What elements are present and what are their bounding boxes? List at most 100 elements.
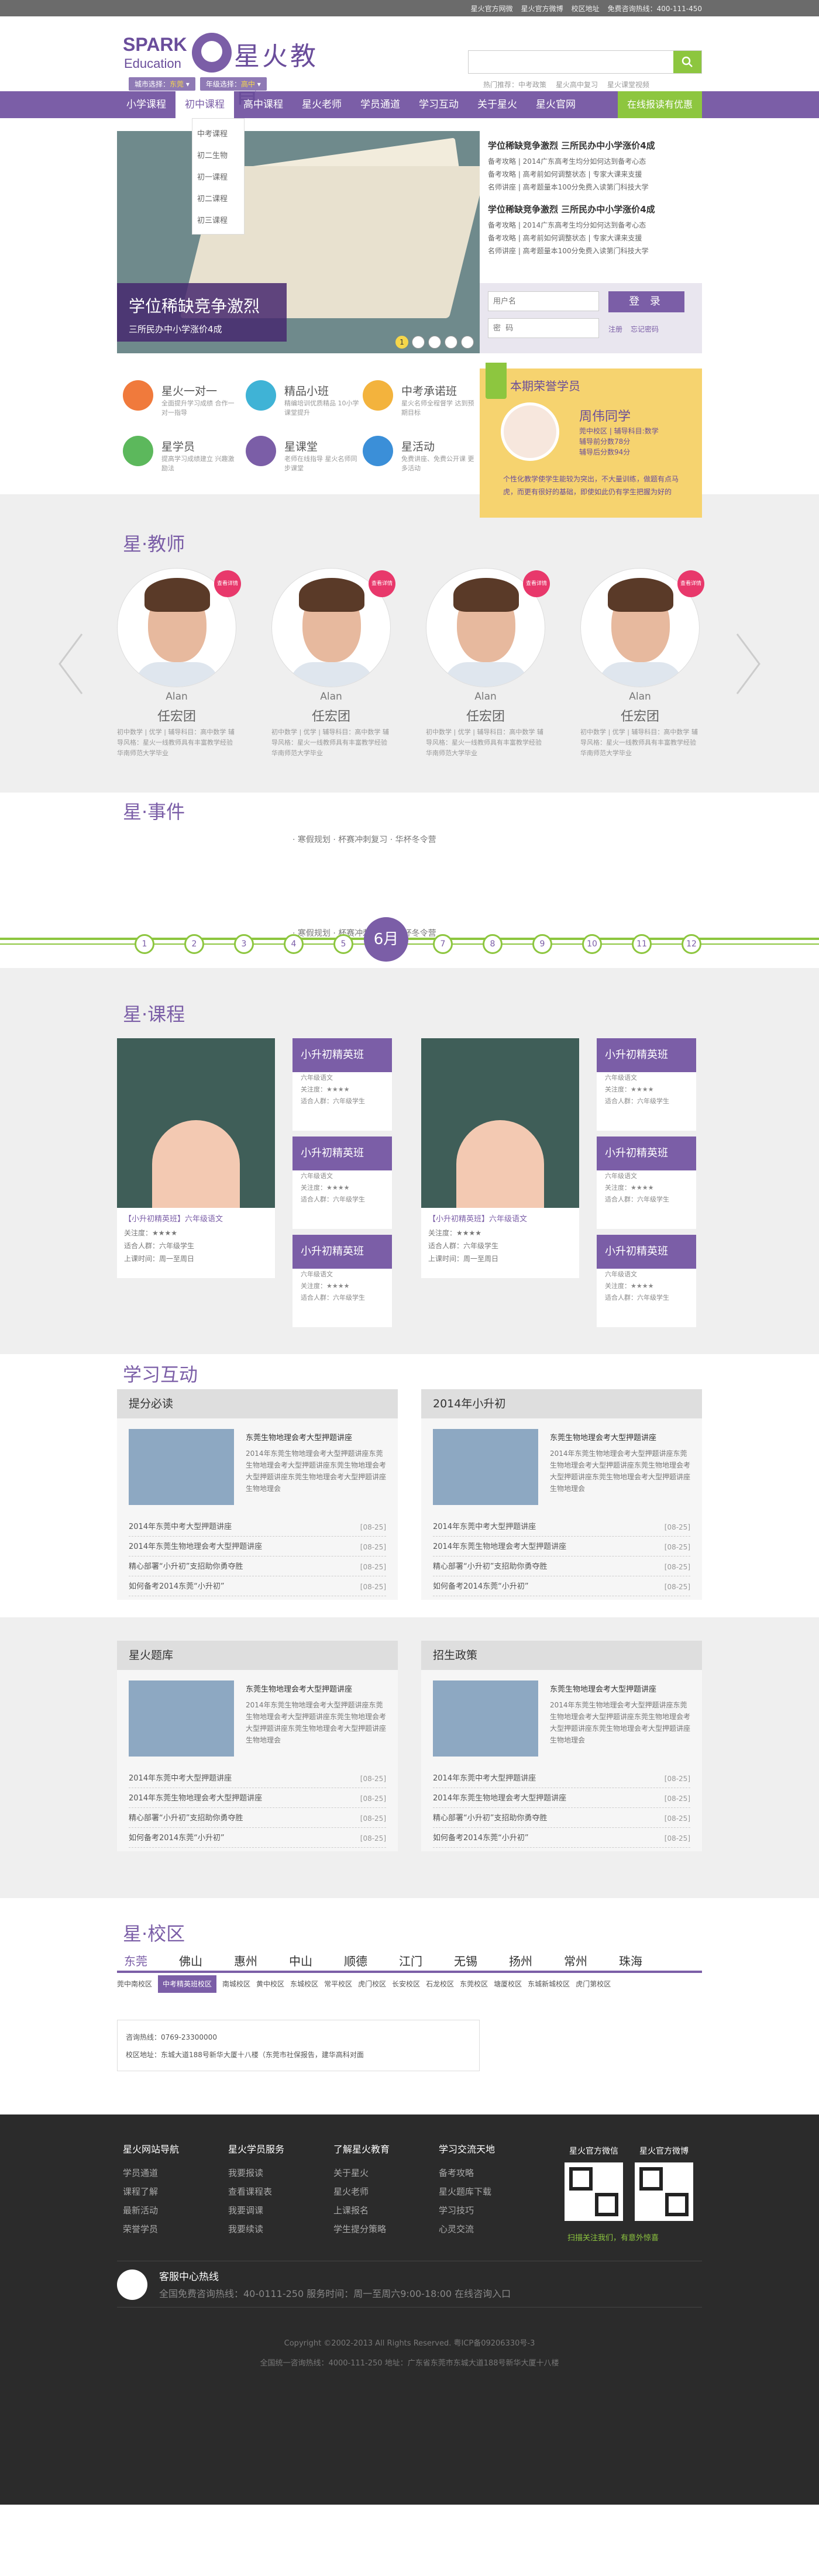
box-list-item[interactable]: 如何备考2014东莞“小升初” [08-25] xyxy=(433,1578,690,1596)
news-line[interactable]: 备考攻略 | 高考前如何调整状态 | 专家大课来支援 xyxy=(488,232,694,244)
campus-sub-item[interactable]: 虎门第校区 xyxy=(576,1975,611,1993)
teacher-detail-badge[interactable]: 查看详情 xyxy=(369,570,395,597)
course-feature-card[interactable]: 【小升初精英班】六年级语文 关注度：★★★★ 适合人群：六年级学生 上课时间：周一至周… xyxy=(421,1038,579,1278)
footer-link[interactable]: 我要续读 xyxy=(228,2220,328,2238)
footer-link[interactable]: 心灵交流 xyxy=(439,2220,538,2238)
slide-dot[interactable] xyxy=(445,336,457,349)
service-small-class[interactable]: 精品小班 精编培训优质精品 10小学课堂提升 xyxy=(246,380,363,421)
dropdown-item[interactable]: 中考课程 xyxy=(192,122,244,144)
teacher-detail-badge[interactable]: 查看详情 xyxy=(523,570,550,597)
dropdown-item[interactable]: 初一课程 xyxy=(192,166,244,187)
footer-link[interactable]: 上课报名 xyxy=(333,2201,433,2220)
course-small-card[interactable]: 小升初精英班 六年级语文 关注度：★★★★ 适合人群：六年级学生 xyxy=(597,1137,696,1229)
box-header[interactable]: 招生政策 xyxy=(421,1641,702,1670)
nav-item-students[interactable]: 学员通道 xyxy=(351,91,410,118)
nav-item-about[interactable]: 关于星火 xyxy=(468,91,526,118)
box-list-item[interactable]: 精心部署“小升初”支招助你勇夺胜 [08-25] xyxy=(129,1809,386,1828)
footer-link[interactable]: 学生提分策略 xyxy=(333,2220,433,2238)
box-feature-title[interactable]: 东莞生物地理会考大型押题讲座 xyxy=(246,1683,352,1694)
grade-select[interactable]: 年级选择：高中 ▾ xyxy=(199,77,267,91)
news-photo[interactable] xyxy=(129,1429,234,1505)
nav-item-junior[interactable]: 初中课程 xyxy=(176,91,234,118)
footer-link[interactable]: 查看课程表 xyxy=(228,2182,328,2201)
timeline-node-8[interactable]: 8 xyxy=(483,934,503,954)
campus-sub-item[interactable]: 南城校区 xyxy=(222,1975,250,1993)
service-students[interactable]: 星学员 提高学习成绩建立 兴趣激励法 xyxy=(123,436,240,477)
news-line[interactable]: 备考攻略 | 高考前如何调整状态 | 专家大课来支援 xyxy=(488,168,694,181)
box-header[interactable]: 2014年小升初 xyxy=(421,1389,702,1418)
top-link-weibo[interactable]: 星火官方微博 xyxy=(521,4,563,13)
timeline-node-10[interactable]: 10 xyxy=(582,934,602,954)
slide-dot[interactable] xyxy=(461,336,474,349)
slide-dot[interactable]: 1 xyxy=(395,336,408,349)
prev-arrow-icon[interactable] xyxy=(56,632,85,696)
service-promise-class[interactable]: 中考承诺班 星火名师全程督学 达到预期目标 xyxy=(363,380,480,421)
teacher-detail-badge[interactable]: 查看详情 xyxy=(214,570,241,597)
box-list-item[interactable]: 2014年东莞生物地理会考大型押题讲座 [08-25] xyxy=(129,1789,386,1808)
news-photo[interactable] xyxy=(433,1429,538,1505)
news-line[interactable]: 名师讲座 | 高考题量本100分免费入读第门科技大学 xyxy=(488,244,694,257)
box-list-item[interactable]: 如何备考2014东莞“小升初” [08-25] xyxy=(129,1829,386,1848)
box-list-item[interactable]: 精心部署“小升初”支招助你勇夺胜 [08-25] xyxy=(433,1809,690,1828)
forgot-password-link[interactable]: 忘记密码 xyxy=(631,324,659,338)
footer-link[interactable]: 学习技巧 xyxy=(439,2201,538,2220)
footer-link[interactable]: 学员通道 xyxy=(123,2164,222,2182)
teacher-card[interactable]: 查看详情 Alan 任宏团 初中数学 | 优学 | 辅导科目：高中数学 辅导风格… xyxy=(117,568,246,761)
timeline-node-11[interactable]: 11 xyxy=(632,934,652,954)
timeline-node-9[interactable]: 9 xyxy=(532,934,552,954)
dropdown-item[interactable]: 初二课程 xyxy=(192,187,244,209)
logo[interactable]: SPARK Education 星火教育 xyxy=(123,28,333,109)
teacher-card[interactable]: 查看详情 Alan 任宏团 初中数学 | 优学 | 辅导科目：高中数学 辅导风格… xyxy=(580,568,709,761)
footer-link[interactable]: 荣誉学员 xyxy=(123,2220,222,2238)
box-list-item[interactable]: 精心部署“小升初”支招助你勇夺胜 [08-25] xyxy=(129,1558,386,1576)
news-title[interactable]: 学位稀缺竞争激烈 三所民办中小学涨价4成 xyxy=(488,203,694,215)
course-small-card[interactable]: 小升初精英班 六年级语文 关注度：★★★★ 适合人群：六年级学生 xyxy=(292,1235,392,1327)
campus-tab-7[interactable]: 扬州 xyxy=(509,1952,532,1969)
campus-tab-9[interactable]: 珠海 xyxy=(619,1952,642,1969)
campus-tab-4[interactable]: 顺德 xyxy=(344,1952,367,1969)
campus-tab-1[interactable]: 佛山 xyxy=(179,1952,202,1969)
register-link[interactable]: 注册 xyxy=(608,324,622,338)
campus-tab-2[interactable]: 惠州 xyxy=(234,1952,257,1969)
teacher-card[interactable]: 查看详情 Alan 任宏团 初中数学 | 优学 | 辅导科目：高中数学 辅导风格… xyxy=(271,568,400,761)
nav-item-teachers[interactable]: 星火老师 xyxy=(292,91,351,118)
service-activities[interactable]: 星活动 免费讲座、免费公开课 更多活动 xyxy=(363,436,480,477)
nav-item-primary[interactable]: 小学课程 xyxy=(117,91,176,118)
timeline-node-2[interactable]: 2 xyxy=(184,934,204,954)
campus-sub-item[interactable]: 塘厦校区 xyxy=(494,1975,522,1993)
campus-sub-item[interactable]: 东莞校区 xyxy=(460,1975,488,1993)
login-button[interactable]: 登 录 xyxy=(608,291,684,312)
box-list-item[interactable]: 如何备考2014东莞“小升初” [08-25] xyxy=(433,1829,690,1848)
search-button[interactable] xyxy=(673,51,701,73)
hot-keyword[interactable]: 星火高中复习 xyxy=(556,80,598,89)
top-link-address[interactable]: 校区地址 xyxy=(572,4,600,13)
slide-dot[interactable] xyxy=(412,336,425,349)
campus-tab-6[interactable]: 无锡 xyxy=(454,1952,477,1969)
course-small-card[interactable]: 小升初精英班 六年级语文 关注度：★★★★ 适合人群：六年级学生 xyxy=(292,1137,392,1229)
campus-sub-item[interactable]: 常平校区 xyxy=(324,1975,352,1993)
box-list-item[interactable]: 2014年东莞中考大型押题讲座 [08-25] xyxy=(129,1769,386,1788)
timeline-current-month[interactable]: 6月 xyxy=(364,917,408,962)
top-link-wechat[interactable]: 星火官方网微 xyxy=(471,4,513,13)
box-list-item[interactable]: 2014年东莞中考大型押题讲座 [08-25] xyxy=(129,1518,386,1537)
footer-link[interactable]: 备考攻略 xyxy=(439,2164,538,2182)
footer-link[interactable]: 课程了解 xyxy=(123,2182,222,2201)
news-photo[interactable] xyxy=(129,1680,234,1757)
campus-tab-5[interactable]: 江门 xyxy=(399,1952,422,1969)
news-photo[interactable] xyxy=(433,1680,538,1757)
box-list-item[interactable]: 2014年东莞中考大型押题讲座 [08-25] xyxy=(433,1769,690,1788)
campus-sub-item[interactable]: 莞中南校区 xyxy=(117,1975,152,1993)
slide-dot[interactable] xyxy=(428,336,441,349)
box-header[interactable]: 星火题库 xyxy=(117,1641,398,1670)
campus-sub-item[interactable]: 中考精英班校区 xyxy=(158,1975,217,1993)
nav-item-interact[interactable]: 学习互动 xyxy=(410,91,468,118)
nav-item-official[interactable]: 星火官网 xyxy=(526,91,585,118)
nav-item-senior[interactable]: 高中课程 xyxy=(234,91,292,118)
timeline-node-3[interactable]: 3 xyxy=(234,934,254,954)
campus-sub-item[interactable]: 东城新城校区 xyxy=(528,1975,570,1993)
hotline-sub[interactable]: 全国免费咨询热线：40-0111-250 服务时间：周一至周六9:00-18:0… xyxy=(159,2286,511,2300)
box-list-item[interactable]: 如何备考2014东莞“小升初” [08-25] xyxy=(129,1578,386,1596)
qr-wechat[interactable]: 星火官方微信 xyxy=(562,2145,626,2221)
enroll-cta-button[interactable]: 在线报读有优惠 xyxy=(617,91,702,118)
service-1on1[interactable]: 星火一对一 全面提升学习成绩 合作一对一指导 xyxy=(123,380,240,421)
